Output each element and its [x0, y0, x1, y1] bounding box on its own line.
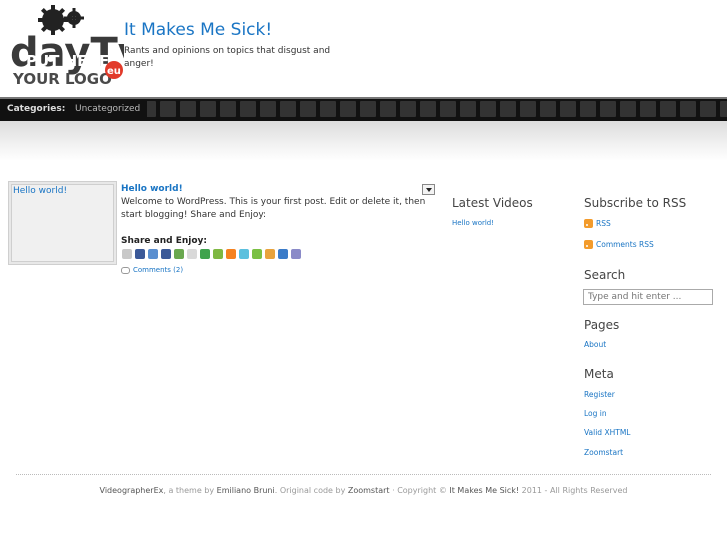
- film-hole: [340, 101, 356, 117]
- email-icon[interactable]: [291, 249, 301, 259]
- film-hole: [560, 101, 576, 117]
- comments-rss-link[interactable]: Comments RSS: [584, 240, 654, 249]
- category-item-uncategorized[interactable]: Uncategorized: [68, 99, 148, 119]
- mixx-icon[interactable]: [174, 249, 184, 259]
- footer-text: , a theme by: [163, 486, 217, 495]
- subscribe-heading: Subscribe to RSS: [584, 196, 687, 210]
- film-hole: [220, 101, 236, 117]
- category-bar: Categories: Uncategorized: [0, 97, 727, 121]
- header-shadow: [0, 121, 727, 161]
- google-bookmarks-icon[interactable]: [187, 249, 197, 259]
- film-hole: [520, 101, 536, 117]
- film-hole: [280, 101, 296, 117]
- latest-videos-heading: Latest Videos: [452, 196, 533, 210]
- film-hole: [600, 101, 616, 117]
- footer-rights: 2011 - All Rights Reserved: [519, 486, 628, 495]
- delicious-icon[interactable]: [148, 249, 158, 259]
- comments-label[interactable]: Comments (2): [133, 266, 183, 274]
- footer-author-link[interactable]: Emiliano Bruni: [217, 486, 275, 495]
- share-heading: Share and Enjoy:: [121, 236, 207, 246]
- footer-divider: [16, 474, 711, 475]
- blogger-icon[interactable]: [226, 249, 236, 259]
- categories-label: Categories:: [0, 99, 73, 119]
- film-hole: [720, 101, 727, 117]
- rss-link[interactable]: RSS: [584, 219, 611, 228]
- film-hole: [320, 101, 336, 117]
- print-icon[interactable]: [122, 249, 132, 259]
- film-hole: [660, 101, 676, 117]
- film-hole: [500, 101, 516, 117]
- film-hole: [460, 101, 476, 117]
- site-logo[interactable]: dayTv PUT HERE YOUR LOGO eu: [8, 4, 144, 90]
- comments-rss-label[interactable]: Comments RSS: [596, 240, 654, 249]
- svg-text:eu: eu: [107, 66, 121, 77]
- comments-link[interactable]: Comments (2): [121, 266, 183, 274]
- dropdown-toggle-button[interactable]: [422, 184, 435, 195]
- film-hole: [160, 101, 176, 117]
- film-hole: [400, 101, 416, 117]
- footer-site-link[interactable]: It Makes Me Sick!: [449, 486, 519, 495]
- search-heading: Search: [584, 268, 626, 282]
- meta-link-login[interactable]: Log in: [584, 409, 607, 418]
- film-hole: [480, 101, 496, 117]
- linkedin-icon[interactable]: [278, 249, 288, 259]
- site-title[interactable]: It Makes Me Sick!: [124, 20, 272, 40]
- film-hole: [240, 101, 256, 117]
- footer-text: · Copyright ©: [389, 486, 450, 495]
- thumbnail-title[interactable]: Hello world!: [13, 186, 67, 196]
- film-hole: [540, 101, 556, 117]
- design-float-icon[interactable]: [265, 249, 275, 259]
- footer-zoomstart-link[interactable]: Zoomstart: [348, 486, 390, 495]
- footer-text: . Original code by: [274, 486, 348, 495]
- svg-text:PUT HERE: PUT HERE: [26, 52, 109, 70]
- svg-text:YOUR LOGO: YOUR LOGO: [12, 70, 112, 88]
- film-hole: [620, 101, 636, 117]
- film-hole: [440, 101, 456, 117]
- film-hole: [360, 101, 376, 117]
- rss-icon: [584, 219, 593, 228]
- rss-icon: [584, 240, 593, 249]
- film-hole: [180, 101, 196, 117]
- pages-heading: Pages: [584, 318, 620, 332]
- share-icons: [122, 249, 301, 259]
- site-description: Rants and opinions on topics that disgus…: [124, 46, 331, 69]
- search-input[interactable]: [583, 289, 713, 305]
- facebook-icon[interactable]: [161, 249, 171, 259]
- comment-icon: [121, 266, 130, 274]
- film-hole: [700, 101, 716, 117]
- film-hole: [580, 101, 596, 117]
- stumbleupon-icon[interactable]: [200, 249, 210, 259]
- footer: VideographerEx, a theme by Emiliano Brun…: [0, 486, 727, 495]
- meta-link-register[interactable]: Register: [584, 390, 615, 399]
- twitter-icon[interactable]: [239, 249, 249, 259]
- footer-theme-link[interactable]: VideographerEx: [100, 486, 164, 495]
- film-hole: [680, 101, 696, 117]
- film-hole: [260, 101, 276, 117]
- meta-link-valid-xhtml[interactable]: Valid XHTML: [584, 428, 630, 437]
- latest-video-item[interactable]: Hello world!: [452, 219, 494, 227]
- film-hole: [200, 101, 216, 117]
- meta-link-zoomstart[interactable]: Zoomstart: [584, 448, 623, 457]
- meta-heading: Meta: [584, 367, 614, 381]
- post-title[interactable]: Hello world!: [121, 184, 183, 194]
- yahoo-buzz-icon[interactable]: [252, 249, 262, 259]
- film-hole: [640, 101, 656, 117]
- post-thumbnail[interactable]: Hello world!: [8, 181, 117, 265]
- rss-label[interactable]: RSS: [596, 219, 611, 228]
- technorati-icon[interactable]: [213, 249, 223, 259]
- film-hole: [420, 101, 436, 117]
- film-hole: [300, 101, 316, 117]
- page-link-about[interactable]: About: [584, 340, 606, 349]
- digg-icon[interactable]: [135, 249, 145, 259]
- post-body: Welcome to WordPress. This is your first…: [121, 197, 426, 220]
- film-hole: [380, 101, 396, 117]
